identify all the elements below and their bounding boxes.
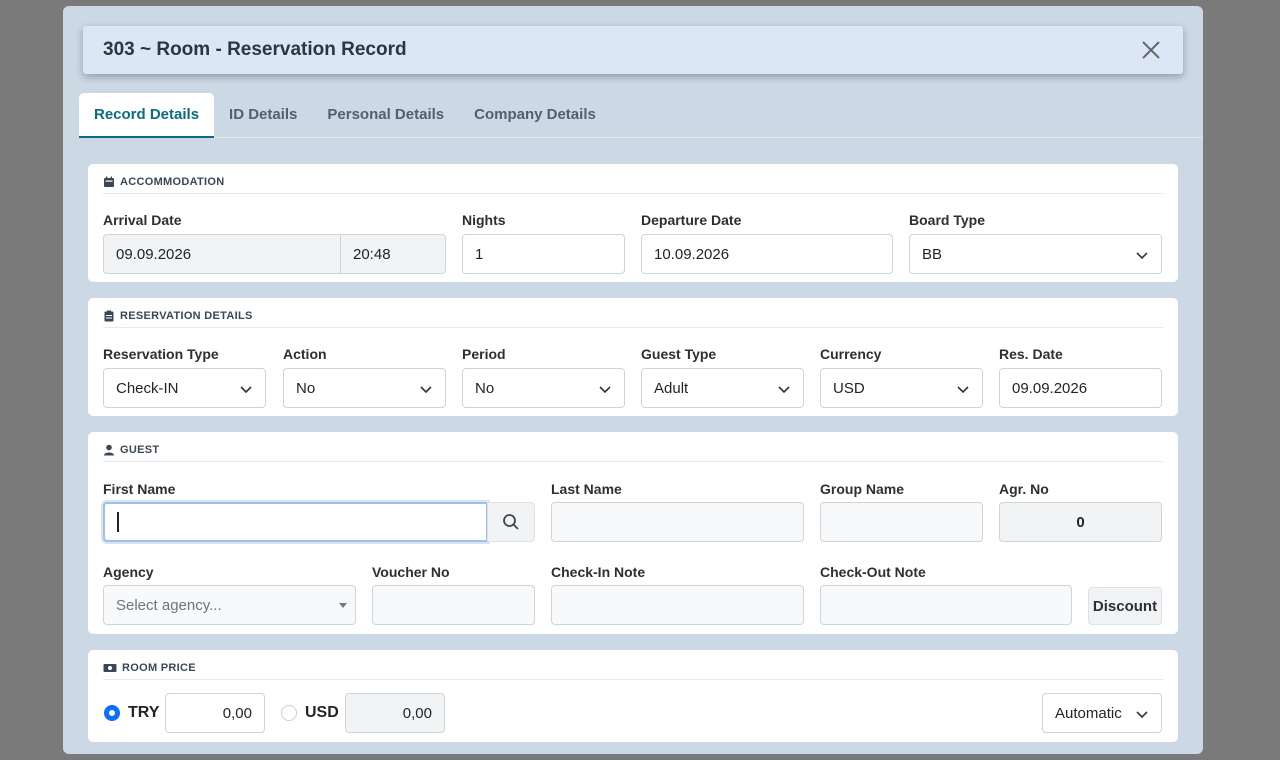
last-name-input[interactable] bbox=[551, 502, 804, 542]
period-select[interactable]: No bbox=[462, 368, 625, 408]
usd-label: USD bbox=[305, 704, 339, 721]
tab-bar: Record Details ID Details Personal Detai… bbox=[79, 93, 1203, 138]
chevron-down-icon bbox=[1136, 252, 1148, 260]
chevron-down-icon bbox=[599, 386, 611, 394]
modal-title: 303 ~ Room - Reservation Record bbox=[103, 39, 407, 60]
price-mode-select[interactable]: Automatic bbox=[1042, 693, 1162, 733]
try-label: TRY bbox=[128, 704, 160, 721]
reservation-details-card: RESERVATION DETAILS Reservation Type Che… bbox=[88, 298, 1178, 416]
usd-radio[interactable] bbox=[281, 705, 297, 721]
check-out-note-input[interactable] bbox=[820, 585, 1072, 625]
room-price-card: ROOM PRICE TRY 0,00 USD 0,00 Automatic bbox=[88, 650, 1178, 742]
voucher-no-label: Voucher No bbox=[372, 564, 450, 580]
search-guest-button[interactable] bbox=[487, 502, 535, 542]
check-in-note-input[interactable] bbox=[551, 585, 804, 625]
agr-no-label: Agr. No bbox=[999, 481, 1049, 497]
arrival-date-label: Arrival Date bbox=[103, 212, 182, 228]
check-out-note-label: Check-Out Note bbox=[820, 564, 926, 580]
accommodation-section-title: ACCOMMODATION bbox=[103, 176, 1163, 194]
reservation-type-select[interactable]: Check-IN bbox=[103, 368, 266, 408]
group-name-label: Group Name bbox=[820, 481, 905, 497]
guest-section-title: GUEST bbox=[103, 444, 1163, 462]
departure-date-field[interactable]: 10.09.2026 bbox=[641, 234, 893, 274]
tab-company-details[interactable]: Company Details bbox=[459, 93, 611, 138]
chevron-down-icon bbox=[420, 386, 432, 394]
tab-record-details[interactable]: Record Details bbox=[79, 93, 215, 138]
tab-personal-details[interactable]: Personal Details bbox=[312, 93, 459, 138]
tab-id-details[interactable]: ID Details bbox=[214, 93, 312, 138]
reservation-section-title: RESERVATION DETAILS bbox=[103, 310, 1163, 328]
chevron-down-icon bbox=[957, 386, 969, 394]
chevron-down-icon bbox=[240, 386, 252, 394]
nights-label: Nights bbox=[462, 212, 506, 228]
first-name-label: First Name bbox=[103, 481, 176, 497]
arrival-date-field[interactable]: 09.09.2026 bbox=[103, 234, 341, 274]
action-select[interactable]: No bbox=[283, 368, 446, 408]
user-icon bbox=[104, 444, 114, 455]
action-label: Action bbox=[283, 346, 327, 362]
arrival-time-field[interactable]: 20:48 bbox=[340, 234, 446, 274]
caret-down-icon bbox=[339, 603, 347, 608]
agency-select[interactable]: Select agency... bbox=[103, 585, 356, 625]
agr-no-field[interactable]: 0 bbox=[999, 502, 1162, 542]
nights-field[interactable]: 1 bbox=[462, 234, 625, 274]
voucher-no-input[interactable] bbox=[372, 585, 535, 625]
guest-type-label: Guest Type bbox=[641, 346, 717, 362]
try-price-input[interactable]: 0,00 bbox=[165, 693, 265, 733]
room-price-section-title: ROOM PRICE bbox=[103, 662, 1163, 680]
period-label: Period bbox=[462, 346, 506, 362]
board-type-label: Board Type bbox=[909, 212, 985, 228]
modal-header: 303 ~ Room - Reservation Record bbox=[83, 26, 1183, 74]
clipboard-icon bbox=[104, 310, 114, 321]
res-date-label: Res. Date bbox=[999, 346, 1063, 362]
reservation-type-label: Reservation Type bbox=[103, 346, 219, 362]
last-name-label: Last Name bbox=[551, 481, 622, 497]
res-date-field[interactable]: 09.09.2026 bbox=[999, 368, 1162, 408]
accommodation-card: ACCOMMODATION Arrival Date 09.09.2026 20… bbox=[88, 164, 1178, 282]
usd-price-input[interactable]: 0,00 bbox=[345, 693, 445, 733]
agency-label: Agency bbox=[103, 564, 154, 580]
departure-date-label: Departure Date bbox=[641, 212, 742, 228]
close-icon[interactable] bbox=[1139, 38, 1163, 62]
guest-card: GUEST First Name Last Name Group Name Ag… bbox=[88, 432, 1178, 634]
calendar-icon bbox=[104, 176, 114, 187]
currency-select[interactable]: USD bbox=[820, 368, 983, 408]
search-icon bbox=[503, 514, 519, 530]
chevron-down-icon bbox=[1136, 711, 1148, 719]
check-in-note-label: Check-In Note bbox=[551, 564, 646, 580]
money-icon bbox=[103, 663, 117, 672]
try-radio[interactable] bbox=[104, 705, 120, 721]
chevron-down-icon bbox=[778, 386, 790, 394]
first-name-input[interactable] bbox=[103, 502, 488, 542]
group-name-input[interactable] bbox=[820, 502, 983, 542]
reservation-modal: 303 ~ Room - Reservation Record Record D… bbox=[63, 6, 1203, 754]
discount-button[interactable]: Discount bbox=[1088, 587, 1162, 625]
board-type-select[interactable]: BB bbox=[909, 234, 1162, 274]
currency-label: Currency bbox=[820, 346, 882, 362]
guest-type-select[interactable]: Adult bbox=[641, 368, 804, 408]
